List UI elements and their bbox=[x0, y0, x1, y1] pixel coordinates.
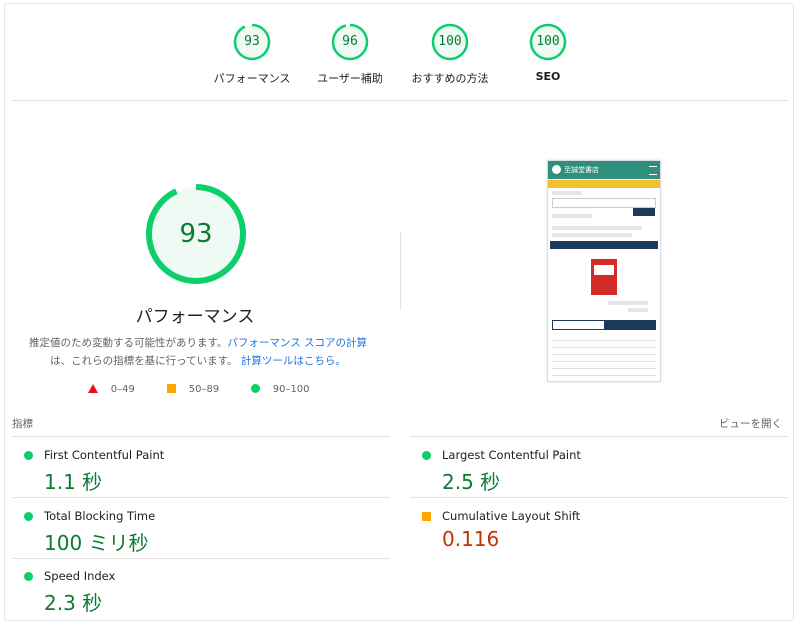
site-logo-icon bbox=[552, 165, 561, 174]
triangle-red-icon bbox=[88, 384, 98, 393]
divider bbox=[12, 100, 788, 101]
pass-circle-icon bbox=[24, 572, 33, 581]
metric-name: First Contentful Paint bbox=[44, 448, 165, 462]
placeholder-line bbox=[608, 301, 648, 305]
score-ring: 100 bbox=[430, 22, 470, 62]
gauge-seo[interactable]: 100 SEO bbox=[498, 22, 598, 83]
score-value: 96 bbox=[342, 34, 358, 49]
title-bar bbox=[550, 241, 658, 249]
pass-circle-icon bbox=[24, 451, 33, 460]
metric-name: Speed Index bbox=[44, 569, 116, 583]
gauge-performance[interactable]: 93 パフォーマンス bbox=[202, 22, 302, 86]
metric-value: 1.1 秒 bbox=[44, 470, 103, 494]
divider bbox=[400, 232, 401, 310]
gauge-accessibility[interactable]: 96 ユーザー補助 bbox=[300, 22, 400, 86]
score-value: 100 bbox=[536, 34, 560, 49]
divider bbox=[12, 497, 390, 498]
metrics-label: 指標 bbox=[12, 418, 33, 430]
legend-range: 50–89 bbox=[188, 384, 220, 395]
legend-poor: 0–49 bbox=[88, 384, 135, 395]
legend-good: 90–100 bbox=[251, 384, 310, 395]
gauge-label: パフォーマンス bbox=[213, 72, 291, 85]
gauge-label: おすすめの方法 bbox=[411, 72, 489, 85]
square-orange-icon bbox=[167, 384, 176, 393]
site-nav-bar bbox=[548, 180, 660, 188]
gauge-label: ユーザー補助 bbox=[317, 72, 383, 85]
performance-gauge-large: 93 bbox=[144, 182, 248, 286]
placeholder-line bbox=[552, 233, 632, 237]
tab-bar bbox=[552, 320, 656, 330]
score-value: 100 bbox=[438, 34, 462, 49]
pass-circle-icon bbox=[24, 512, 33, 521]
divider bbox=[410, 436, 788, 437]
placeholder-line bbox=[552, 226, 642, 230]
info-table bbox=[552, 334, 656, 376]
divider bbox=[12, 558, 390, 559]
placeholder-line bbox=[628, 308, 648, 312]
legend-range: 0–49 bbox=[110, 384, 135, 395]
final-screenshot[interactable]: 至誠堂書店 bbox=[547, 160, 661, 382]
gauge-best-practices[interactable]: 100 おすすめの方法 bbox=[400, 22, 500, 86]
metric-value: 0.116 bbox=[442, 527, 500, 551]
score-ring: 100 bbox=[528, 22, 568, 62]
metric-name: Total Blocking Time bbox=[44, 509, 156, 523]
score-ring: 93 bbox=[232, 22, 272, 62]
score-description: 推定値のため変動する可能性があります。パフォーマンス スコアの計算 は、これらの… bbox=[28, 334, 368, 370]
book-cover-image bbox=[591, 259, 617, 295]
average-square-icon bbox=[422, 512, 431, 521]
desc-text: 推定値のため変動する可能性があります。 bbox=[28, 337, 228, 349]
desc-text: は、これらの指標を基に行っています。 bbox=[50, 355, 238, 367]
score-value: 93 bbox=[244, 34, 260, 49]
score-calc-link[interactable]: パフォーマンス スコアの計算 bbox=[227, 337, 367, 349]
placeholder-line bbox=[552, 191, 582, 195]
search-box bbox=[552, 198, 656, 208]
performance-title: パフォーマンス bbox=[135, 307, 255, 327]
placeholder-line bbox=[552, 214, 592, 218]
legend-range: 90–100 bbox=[272, 384, 310, 395]
pass-circle-icon bbox=[422, 451, 431, 460]
expand-view-toggle[interactable]: ビューを開く bbox=[719, 416, 782, 431]
site-title: 至誠堂書店 bbox=[564, 166, 599, 174]
metric-value: 100 ミリ秒 bbox=[44, 531, 149, 555]
divider bbox=[12, 436, 390, 437]
hamburger-menu-icon bbox=[649, 166, 657, 175]
metric-value: 2.5 秒 bbox=[442, 470, 501, 494]
metric-name: Largest Contentful Paint bbox=[442, 448, 581, 462]
site-header: 至誠堂書店 bbox=[548, 161, 660, 179]
performance-score: 93 bbox=[179, 219, 213, 249]
calculator-link[interactable]: 計算ツールはこちら。 bbox=[241, 355, 346, 367]
legend-average: 50–89 bbox=[167, 384, 219, 395]
search-button bbox=[633, 208, 655, 216]
gauge-label: SEO bbox=[535, 70, 561, 83]
metric-name: Cumulative Layout Shift bbox=[442, 509, 581, 523]
score-ring: 96 bbox=[330, 22, 370, 62]
metric-value: 2.3 秒 bbox=[44, 591, 103, 615]
category-gauges: 93 パフォーマンス 96 ユーザー補助 100 おすすめの方法 100 SEO bbox=[0, 22, 800, 92]
divider bbox=[410, 497, 788, 498]
circle-green-icon bbox=[251, 384, 260, 393]
